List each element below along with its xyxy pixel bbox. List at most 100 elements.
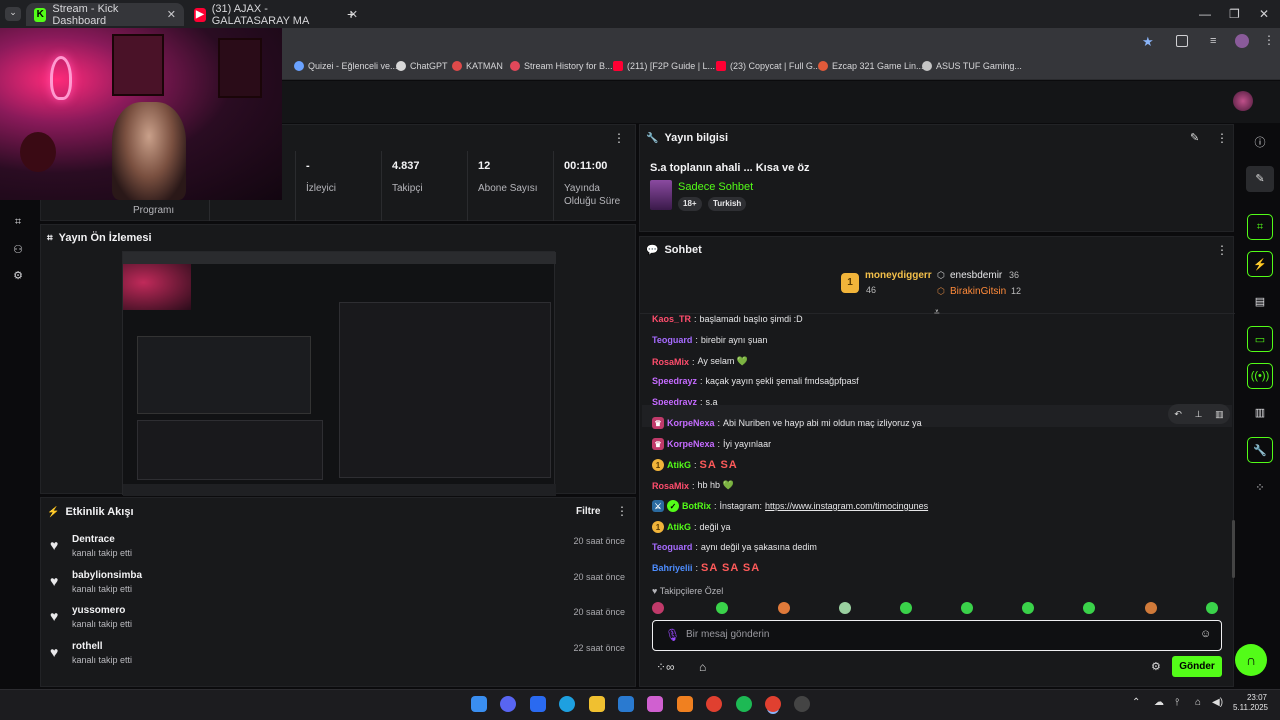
chat-message[interactable]: ⚔ ✓ BotRix: İnstagram: https://www.instagram… (652, 500, 928, 512)
chat-scrollbar[interactable] (1232, 520, 1235, 578)
screen-capture-icon[interactable]: ⌗ (1247, 214, 1273, 240)
chat-user[interactable]: Teoguard (652, 542, 692, 552)
tag-badge[interactable]: 18+ (678, 197, 702, 211)
stream-preview-video[interactable] (122, 251, 556, 496)
bookmark-item[interactable]: Stream History for B... (510, 61, 613, 71)
activity-item[interactable]: ♥ babylionsimba kanalı takip etti 20 saa… (50, 569, 630, 603)
bookmark-item[interactable]: (211) [F2P Guide | L... (613, 61, 715, 71)
trash-icon[interactable]: ▥ (1215, 409, 1224, 420)
chat-icon[interactable]: ▭ (1247, 326, 1273, 352)
tab-kick-dashboard[interactable]: K Stream - Kick Dashboard ✕ (26, 3, 184, 27)
more-icon[interactable]: ⋮ (1216, 243, 1228, 257)
clock[interactable]: 23:07 5.11.2025 (1233, 693, 1268, 713)
users-icon[interactable]: ⚇ (11, 243, 25, 257)
bookmark-item[interactable]: (23) Copycat | Full G... (716, 61, 820, 71)
chat-message[interactable]: ♛ KorpeNexa: Abi Nuriben ve hayp abi mi ol… (652, 417, 922, 429)
chat-user[interactable]: BotRix (682, 501, 711, 511)
emote-icon[interactable] (1083, 602, 1095, 614)
category-thumbnail[interactable] (650, 180, 672, 210)
chat-user[interactable]: KorpeNexa (667, 439, 715, 449)
leader-second-name[interactable]: enesbdemir (950, 270, 1002, 281)
maximize-icon[interactable]: ❐ (1229, 7, 1240, 21)
category-name[interactable]: Sadece Sohbet (678, 181, 753, 193)
network-icon[interactable]: ⌂ (1195, 697, 1201, 708)
emote-icon[interactable] (716, 602, 728, 614)
screen-icon[interactable]: ⌗ (11, 216, 25, 230)
clipboard-icon[interactable]: ▤ (1252, 295, 1268, 311)
emote-icon[interactable] (900, 602, 912, 614)
volume-icon[interactable]: ◀) (1212, 697, 1223, 708)
bolt-icon[interactable]: ⚡ (1247, 251, 1273, 277)
obs-icon[interactable] (794, 696, 810, 712)
emote-icon[interactable] (1206, 602, 1218, 614)
chat-user[interactable]: AtikG (667, 522, 691, 532)
edit-stream-icon[interactable]: ✎ (1246, 166, 1274, 192)
emote-icon[interactable] (652, 602, 664, 614)
profile-avatar[interactable] (1235, 34, 1249, 48)
mic-tray-icon[interactable]: ⫯ (1175, 697, 1179, 708)
menu-icon[interactable]: ⋮ (1263, 33, 1275, 47)
activity-item[interactable]: ♥ yussomero kanalı takip etti 20 saat ön… (50, 604, 630, 638)
close-window-icon[interactable]: ✕ (1259, 7, 1269, 21)
chat-user[interactable]: Bahriyelii (652, 563, 693, 573)
chat-message[interactable]: RosaMix: Ay selam 💚 (652, 356, 748, 367)
bookmark-item[interactable]: Quizei - Eğlenceli ve... (294, 61, 398, 71)
activity-item[interactable]: ♥ Dentrace kanalı takip etti 20 saat önc… (50, 533, 630, 567)
bookmark-item[interactable]: Ezcap 321 Game Lin... (818, 61, 924, 71)
new-tab-icon[interactable]: + (347, 6, 355, 22)
chat-message[interactable]: RosaMix: hb hb 💚 (652, 480, 734, 491)
edit-icon[interactable]: ✎ (1190, 131, 1199, 144)
vlc-icon[interactable] (677, 696, 693, 712)
minimize-icon[interactable]: — (1199, 7, 1211, 21)
chat-link[interactable]: https://www.instagram.com/timocingunes (765, 501, 928, 511)
emote-icon[interactable] (1022, 602, 1034, 614)
headset-icon[interactable]: ∩ (1235, 644, 1267, 676)
chat-user[interactable]: Kaos_TR (652, 314, 691, 324)
chat-user[interactable]: AtikG (667, 460, 691, 470)
more-icon[interactable]: ⋮ (1216, 131, 1228, 145)
extensions-icon[interactable] (1176, 35, 1188, 47)
kicks-icon[interactable]: ⁘∞ (656, 660, 675, 674)
bookmark-item[interactable]: ChatGPT (396, 61, 448, 71)
kicks-icon[interactable]: ⁘ (1252, 481, 1268, 497)
tray-chevron-icon[interactable]: ⌃ (1132, 697, 1140, 708)
emote-icon[interactable] (778, 602, 790, 614)
user-avatar[interactable] (1233, 91, 1253, 111)
send-button[interactable]: Gönder (1172, 656, 1222, 677)
chat-message[interactable]: Teoguard: birebir aynı şuan (652, 335, 767, 345)
chat-message[interactable]: 1 AtikG: değil ya (652, 521, 731, 533)
reply-icon[interactable]: ↶ (1174, 409, 1182, 420)
windows-start-icon[interactable] (471, 696, 487, 712)
filter-button[interactable]: Filtre (576, 506, 600, 517)
edge-icon[interactable] (559, 696, 575, 712)
activity-item[interactable]: ♥ rothell kanalı takip etti 22 saat önce (50, 640, 630, 674)
store-icon[interactable]: ⌂ (699, 660, 706, 674)
store-icon[interactable] (618, 696, 634, 712)
tray-app-icon[interactable]: ☁ (1154, 697, 1164, 708)
chrome-icon[interactable] (706, 696, 722, 712)
chat-user[interactable]: RosaMix (652, 481, 689, 491)
chat-user[interactable]: RosaMix (652, 357, 689, 367)
chrome-active-icon[interactable] (765, 696, 781, 712)
bookmark-star-icon[interactable]: ★ (1142, 34, 1154, 50)
chat-message[interactable]: 1 AtikG: SA SA (652, 459, 738, 471)
wrench-icon[interactable]: 🔧 (1247, 437, 1273, 463)
discord-icon[interactable] (500, 696, 516, 712)
file-explorer-icon[interactable] (589, 696, 605, 712)
media-icon[interactable]: ≡ (1210, 35, 1216, 47)
chat-message[interactable]: Teoguard: aynı değil ya şakasına dedim (652, 542, 817, 552)
close-icon[interactable]: ✕ (167, 8, 176, 21)
gear-icon[interactable]: ⚙ (11, 269, 25, 283)
emote-icon[interactable] (1145, 602, 1157, 614)
chat-settings-icon[interactable]: ⚙ (1151, 660, 1161, 673)
spotify-icon[interactable] (736, 696, 752, 712)
emote-icon[interactable] (961, 602, 973, 614)
printer-icon[interactable]: ▥ (1252, 406, 1268, 422)
collapse-icon[interactable]: ⩡ (934, 307, 940, 318)
emoji-icon[interactable]: ☺ (1200, 628, 1211, 640)
chat-user[interactable]: KorpeNexa (667, 418, 715, 428)
chat-user[interactable]: Speedrayz (652, 376, 697, 386)
chat-input[interactable]: 🎙 Bir mesaj gönderin ☺ (652, 620, 1222, 651)
copilot-icon[interactable] (647, 696, 663, 712)
chat-message[interactable]: Kaos_TR: başlamadı başlıo şimdi :D (652, 314, 803, 324)
